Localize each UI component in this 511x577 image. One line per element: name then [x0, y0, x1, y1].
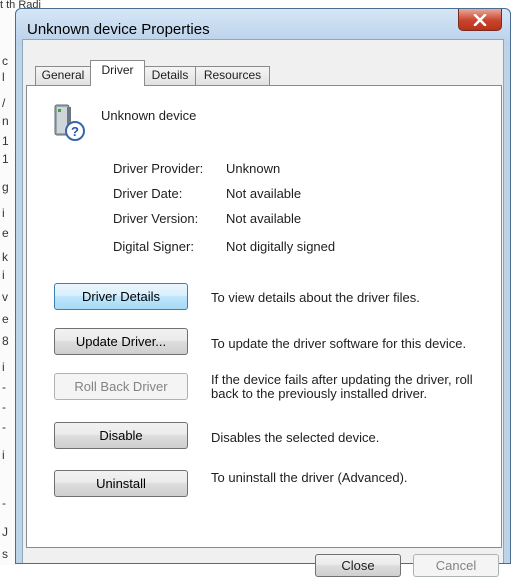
background-text: 8: [2, 334, 9, 348]
update-driver-button[interactable]: Update Driver...: [54, 328, 188, 355]
svg-text:?: ?: [71, 124, 79, 139]
background-text: e: [2, 226, 9, 240]
close-button[interactable]: Close: [315, 554, 401, 577]
background-text: -: [2, 496, 6, 510]
background-text: -: [2, 400, 6, 414]
background-text: i: [2, 360, 5, 374]
driver-version-label: Driver Version:: [113, 211, 199, 226]
disable-button[interactable]: Disable: [54, 422, 188, 449]
driver-details-description: To view details about the driver files.: [211, 290, 420, 305]
tab-driver[interactable]: Driver: [90, 60, 145, 86]
digital-signer-label: Digital Signer:: [113, 239, 194, 254]
background-text: k: [2, 250, 8, 264]
close-window-button[interactable]: [458, 9, 502, 31]
description-line: back to the previously installed driver.: [211, 386, 428, 401]
background-text: n: [2, 114, 9, 128]
tab-label: Driver: [101, 63, 134, 77]
background-text: g: [2, 180, 9, 194]
background-text: i: [2, 206, 5, 220]
driver-provider-label: Driver Provider:: [113, 161, 204, 176]
background-text: c: [2, 54, 8, 68]
driver-version-value: Not available: [226, 211, 302, 226]
background-text: i: [2, 448, 5, 462]
background-text: 1: [2, 134, 9, 148]
background-text: J: [2, 525, 8, 539]
properties-dialog: Unknown device Properties General Driver…: [15, 8, 511, 577]
roll-back-driver-description: If the device fails after updating the d…: [211, 373, 473, 401]
background-text: e: [2, 312, 9, 326]
uninstall-button[interactable]: Uninstall: [54, 470, 188, 497]
background-text: 1: [2, 152, 9, 166]
cancel-button[interactable]: Cancel: [413, 554, 499, 577]
tab-label: General: [41, 68, 85, 82]
tab-label: Details: [151, 68, 189, 82]
window-title: Unknown device Properties: [27, 21, 210, 38]
background-text: v: [2, 290, 8, 304]
driver-provider-value: Unknown: [226, 161, 281, 176]
close-x-icon: [473, 13, 487, 26]
roll-back-driver-button[interactable]: Roll Back Driver: [54, 373, 188, 400]
driver-date-value: Not available: [226, 186, 302, 201]
driver-details-button[interactable]: Driver Details: [54, 283, 188, 310]
background-text: s: [2, 547, 8, 561]
update-driver-description: To update the driver software for this d…: [211, 336, 467, 351]
background-text: /: [2, 96, 6, 110]
unknown-device-icon: ?: [52, 103, 88, 143]
uninstall-description: To uninstall the driver (Advanced).: [211, 470, 408, 485]
description-line: If the device fails after updating the d…: [211, 372, 473, 387]
disable-description: Disables the selected device.: [211, 430, 380, 445]
tab-general[interactable]: General: [35, 66, 91, 85]
tab-details[interactable]: Details: [144, 66, 196, 85]
driver-date-label: Driver Date:: [113, 186, 183, 201]
dialog-body: General Driver Details Resources ? Unkno…: [22, 39, 504, 577]
background-text: l: [2, 70, 5, 84]
background-text: -: [2, 380, 6, 394]
tab-resources[interactable]: Resources: [195, 66, 270, 85]
device-name: Unknown device: [101, 108, 197, 123]
digital-signer-value: Not digitally signed: [226, 239, 336, 254]
tab-label: Resources: [203, 68, 262, 82]
background-text: -: [2, 420, 6, 434]
background-text: i: [2, 268, 5, 282]
